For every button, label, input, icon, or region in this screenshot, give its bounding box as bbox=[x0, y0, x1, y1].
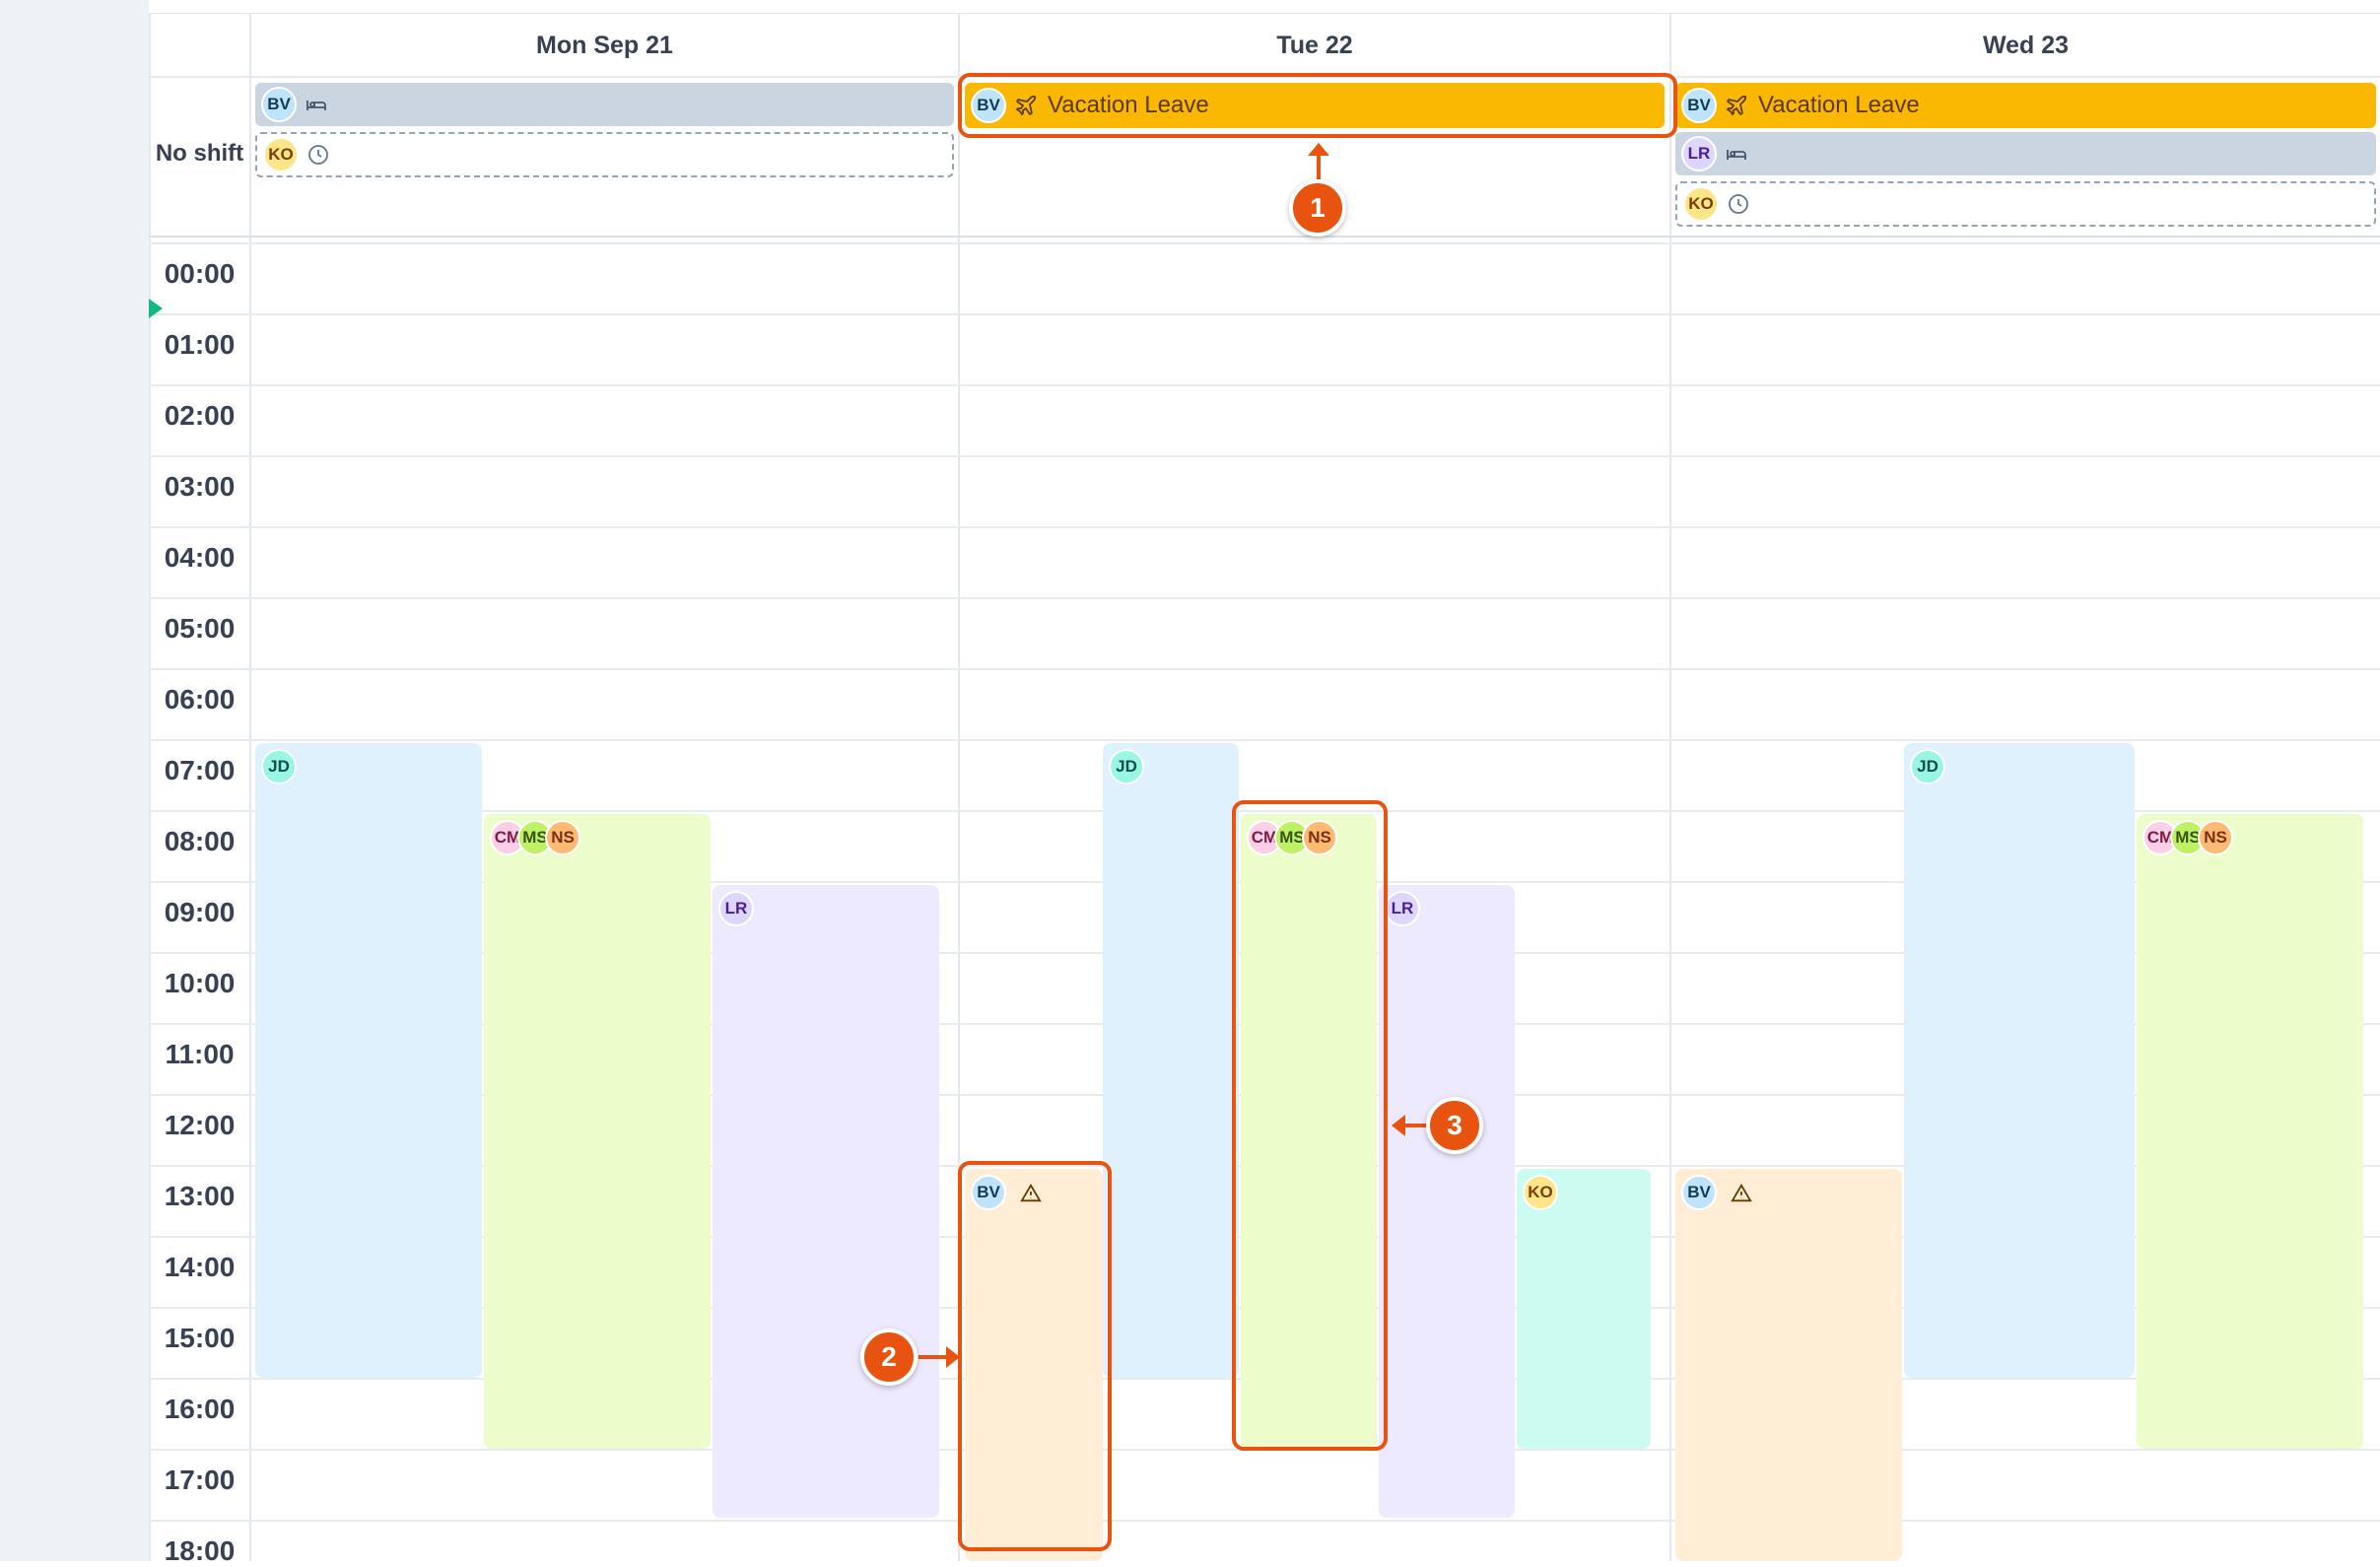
hour-grid-line bbox=[149, 668, 2380, 670]
day-header-wed[interactable]: Wed 23 bbox=[1671, 14, 2380, 77]
shift-block[interactable]: LR bbox=[1379, 885, 1515, 1518]
avatar: JD bbox=[1910, 749, 1945, 784]
time-label: 14:00 bbox=[164, 1252, 236, 1282]
no-shift-entry[interactable]: KO bbox=[1675, 181, 2376, 227]
time-label: 07:00 bbox=[164, 755, 236, 785]
shift-block[interactable]: LR bbox=[713, 885, 939, 1518]
time-label: 08:00 bbox=[164, 826, 236, 856]
plane-icon bbox=[1014, 94, 1038, 117]
grid-row-divider bbox=[149, 236, 2380, 238]
shift-block[interactable]: CM MS NS bbox=[1241, 814, 1377, 1449]
grid-row-divider bbox=[149, 242, 2380, 244]
avatar: NS bbox=[2198, 820, 2233, 855]
day-header-tue[interactable]: Tue 22 bbox=[960, 14, 1669, 77]
time-label: 02:00 bbox=[164, 400, 236, 431]
no-shift-entry[interactable]: KO bbox=[255, 132, 954, 177]
avatar: BV bbox=[1681, 1175, 1717, 1210]
no-shift-entry[interactable]: BV bbox=[255, 83, 954, 126]
hour-grid-line bbox=[149, 313, 2380, 315]
avatar: JD bbox=[261, 749, 297, 784]
hour-grid-line bbox=[149, 1449, 2380, 1451]
grid-col-divider bbox=[958, 13, 960, 1561]
clock-icon bbox=[306, 143, 330, 167]
day-header-mon[interactable]: Mon Sep 21 bbox=[251, 14, 958, 77]
time-label: 10:00 bbox=[164, 968, 236, 998]
top-toolbar-strip bbox=[149, 0, 2380, 14]
bed-icon bbox=[1725, 142, 1748, 166]
hour-grid-line bbox=[149, 384, 2380, 386]
callout-badge: 2 bbox=[860, 1329, 918, 1386]
time-label: 18:00 bbox=[164, 1535, 236, 1566]
time-label: 09:00 bbox=[164, 897, 236, 927]
shift-block[interactable]: CM MS NS bbox=[2137, 814, 2363, 1449]
time-label: 05:00 bbox=[164, 613, 236, 644]
time-label: 16:00 bbox=[164, 1394, 236, 1424]
time-label: 01:00 bbox=[164, 329, 236, 360]
time-label: 15:00 bbox=[164, 1323, 236, 1353]
avatar: KO bbox=[1683, 186, 1719, 222]
time-label: 03:00 bbox=[164, 471, 236, 502]
shift-block[interactable]: BV bbox=[965, 1169, 1103, 1561]
avatar: KO bbox=[263, 137, 299, 172]
avatar: LR bbox=[718, 891, 754, 926]
avatar: BV bbox=[971, 1175, 1006, 1210]
vacation-leave-entry[interactable]: BV Vacation Leave bbox=[965, 83, 1665, 128]
avatar: JD bbox=[1109, 749, 1144, 784]
clock-icon bbox=[1727, 192, 1750, 216]
time-label: 17:00 bbox=[164, 1465, 236, 1495]
grid-col-divider bbox=[1669, 13, 1671, 1561]
no-shift-entry[interactable]: LR bbox=[1675, 132, 2376, 175]
avatar: LR bbox=[1681, 136, 1717, 171]
warning-icon bbox=[1020, 1183, 1042, 1209]
vacation-leave-label: Vacation Leave bbox=[1758, 92, 1920, 118]
time-label: 00:00 bbox=[164, 258, 236, 289]
no-shift-label: No shift bbox=[155, 140, 244, 167]
hour-grid-line bbox=[149, 526, 2380, 528]
time-label: 12:00 bbox=[164, 1110, 236, 1140]
time-label: 06:00 bbox=[164, 684, 236, 715]
time-label: 04:00 bbox=[164, 542, 236, 573]
callout-badge: 1 bbox=[1289, 179, 1346, 237]
plane-icon bbox=[1725, 94, 1748, 117]
current-time-marker bbox=[149, 299, 163, 318]
callout-badge: 3 bbox=[1426, 1097, 1483, 1154]
avatar: NS bbox=[1302, 820, 1337, 855]
hour-grid-line bbox=[149, 739, 2380, 741]
avatar: KO bbox=[1523, 1175, 1558, 1210]
avatar: BV bbox=[1681, 88, 1717, 123]
hour-grid-line bbox=[149, 1520, 2380, 1522]
time-label: 13:00 bbox=[164, 1181, 236, 1211]
arrow-right-icon bbox=[918, 1346, 960, 1368]
shift-block[interactable]: KO bbox=[1517, 1169, 1651, 1449]
left-sidebar bbox=[0, 0, 150, 1561]
avatar: NS bbox=[545, 820, 580, 855]
vacation-leave-entry[interactable]: BV Vacation Leave bbox=[1675, 83, 2376, 128]
shift-block[interactable]: JD bbox=[1103, 743, 1239, 1378]
shift-block[interactable]: JD bbox=[255, 743, 482, 1378]
hour-grid-line bbox=[149, 597, 2380, 599]
shift-block[interactable]: JD bbox=[1904, 743, 2135, 1378]
hour-grid-line bbox=[149, 455, 2380, 457]
avatar: LR bbox=[1385, 891, 1420, 926]
avatar: BV bbox=[261, 87, 297, 122]
warning-icon bbox=[1731, 1183, 1752, 1209]
vacation-leave-label: Vacation Leave bbox=[1048, 92, 1209, 118]
shift-block[interactable]: BV bbox=[1675, 1169, 1902, 1561]
time-label: 11:00 bbox=[165, 1039, 235, 1069]
shift-block[interactable]: CM MS NS bbox=[484, 814, 711, 1449]
avatar: BV bbox=[971, 88, 1006, 123]
bed-icon bbox=[305, 93, 328, 116]
